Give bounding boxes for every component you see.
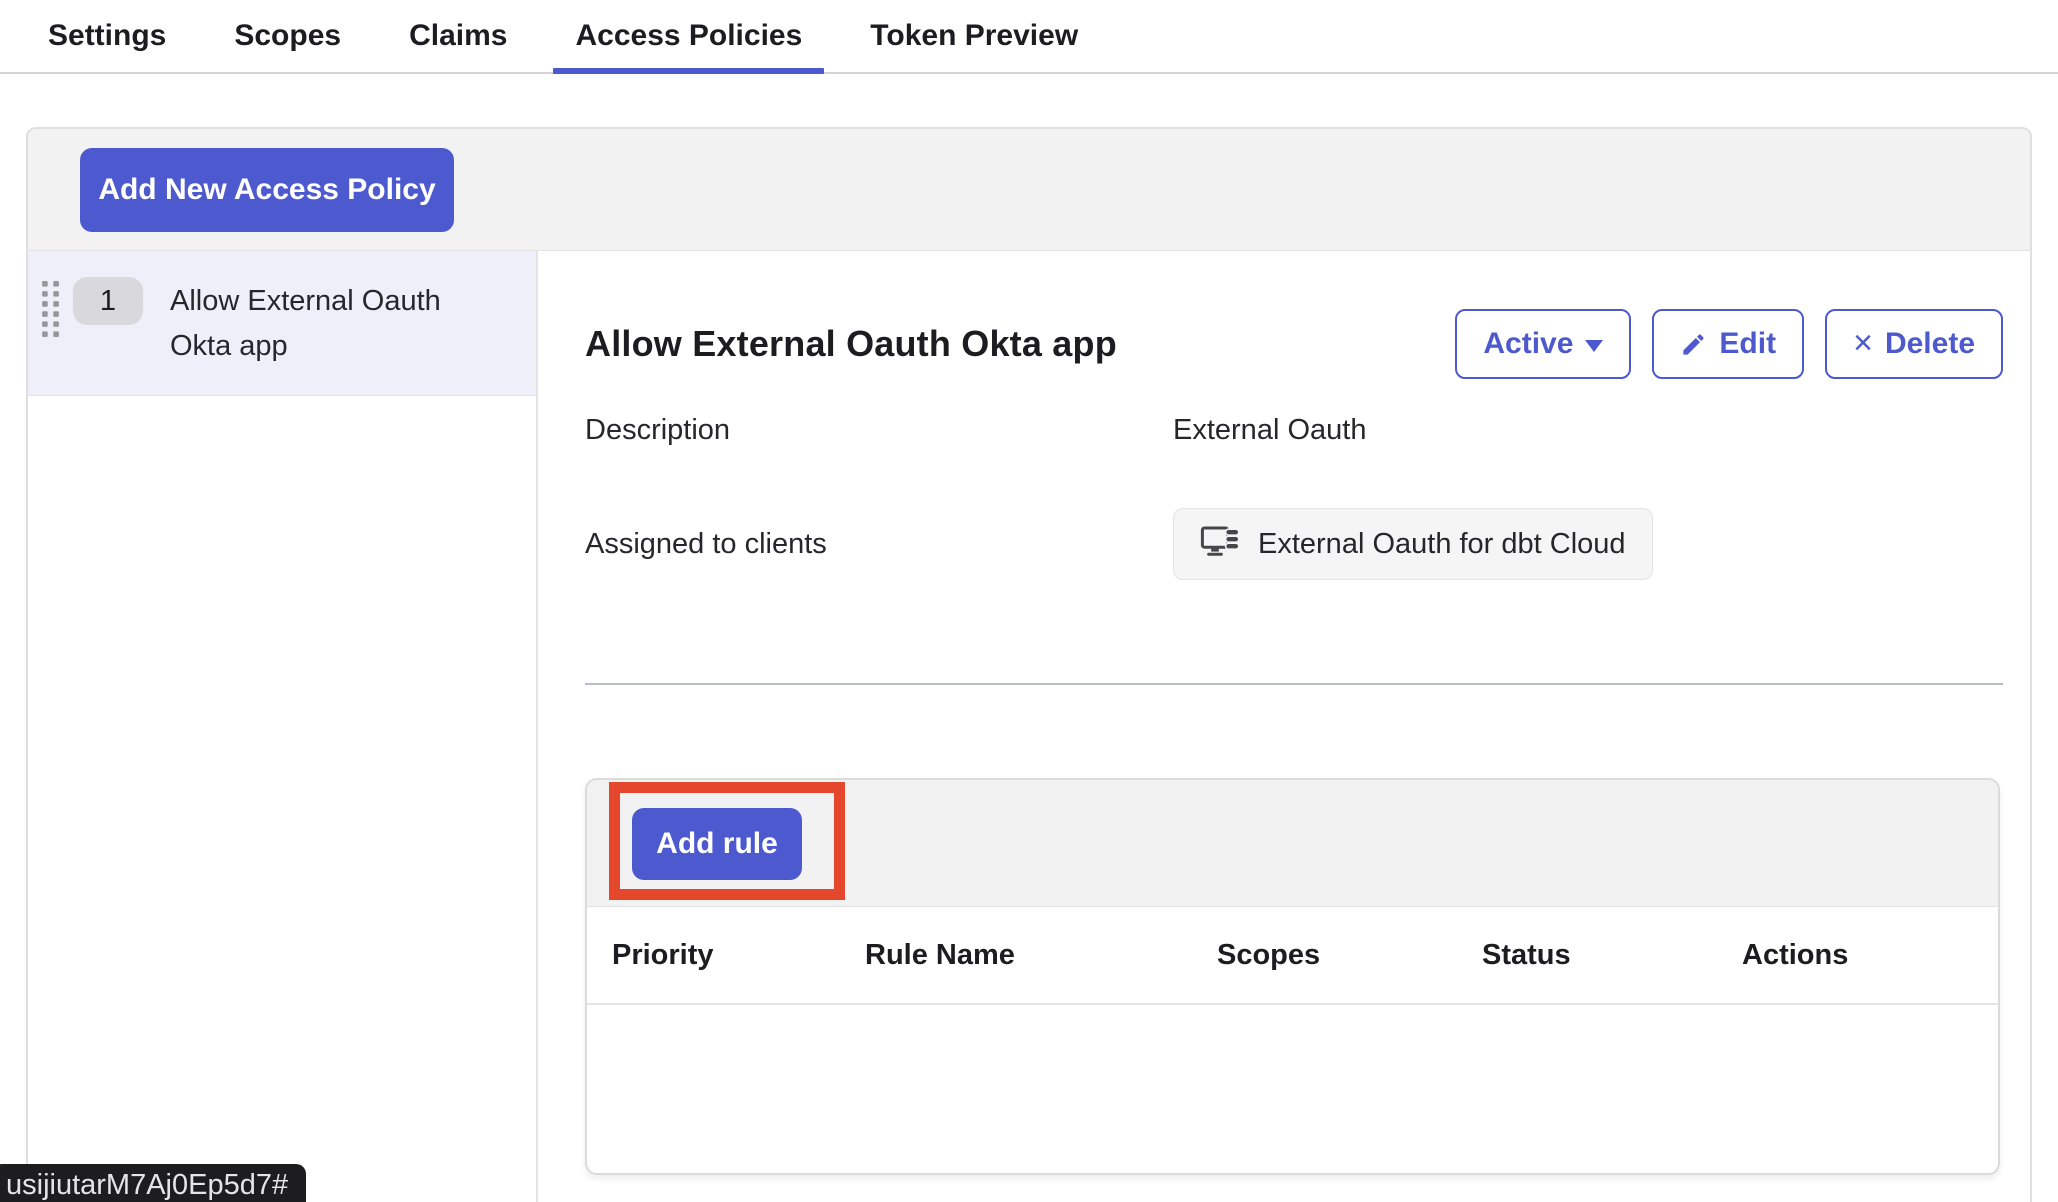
tab-token-preview[interactable]: Token Preview xyxy=(848,0,1100,72)
rules-card: Add rule Priority Rule Name Scopes Statu… xyxy=(585,778,2000,1175)
add-rule-button[interactable]: Add rule xyxy=(632,808,802,880)
rules-header: Add rule xyxy=(587,780,1998,907)
assigned-row: Assigned to clients External O xyxy=(585,508,2003,580)
col-header-actions: Actions xyxy=(1742,939,1998,972)
tab-settings[interactable]: Settings xyxy=(26,0,188,72)
panel-body: 1 Allow External Oauth Okta app Allow Ex… xyxy=(28,251,2030,1202)
edit-button[interactable]: Edit xyxy=(1652,309,1804,379)
client-chip-label: External Oauth for dbt Cloud xyxy=(1258,528,1626,561)
section-divider xyxy=(585,683,2003,685)
policy-detail: Allow External Oauth Okta app Active Edi… xyxy=(538,251,2030,1202)
col-header-scopes: Scopes xyxy=(1217,939,1482,972)
assigned-to-clients-label: Assigned to clients xyxy=(585,528,1173,561)
col-header-priority: Priority xyxy=(612,939,865,972)
delete-label: Delete xyxy=(1885,327,1975,361)
chevron-down-icon xyxy=(1585,340,1603,352)
tab-bar: Settings Scopes Claims Access Policies T… xyxy=(0,0,2058,74)
panel-header: Add New Access Policy xyxy=(28,129,2030,251)
access-policies-panel: Add New Access Policy xyxy=(26,127,2032,1202)
policy-list: 1 Allow External Oauth Okta app xyxy=(28,251,538,1202)
detail-header: Allow External Oauth Okta app Active Edi… xyxy=(585,309,2003,379)
red-highlight-box: Add rule xyxy=(609,782,845,900)
client-chip[interactable]: External Oauth for dbt Cloud xyxy=(1173,508,1653,580)
col-header-rule-name: Rule Name xyxy=(865,939,1217,972)
auth-server-screen: Settings Scopes Claims Access Policies T… xyxy=(0,0,2058,1202)
col-header-status: Status xyxy=(1482,939,1742,972)
rules-table-header: Priority Rule Name Scopes Status Actions xyxy=(587,907,1998,1005)
add-new-access-policy-button[interactable]: Add New Access Policy xyxy=(80,148,454,232)
status-label: Active xyxy=(1483,327,1573,361)
delete-button[interactable]: × Delete xyxy=(1825,309,2003,379)
url-tooltip: usijiutarM7Aj0Ep5d7# xyxy=(0,1164,306,1202)
tab-scopes[interactable]: Scopes xyxy=(212,0,363,72)
policy-list-item[interactable]: 1 Allow External Oauth Okta app xyxy=(28,251,536,396)
pencil-icon xyxy=(1680,331,1707,358)
monitor-app-icon xyxy=(1200,524,1244,564)
policy-name: Allow External Oauth Okta app xyxy=(170,279,480,369)
rules-table-body-empty xyxy=(587,1005,1998,1173)
assigned-clients: External Oauth for dbt Cloud xyxy=(1173,508,1653,580)
policy-title: Allow External Oauth Okta app xyxy=(585,323,1117,365)
detail-actions: Active Edit × Delete xyxy=(1455,309,2003,379)
tab-claims[interactable]: Claims xyxy=(387,0,529,72)
edit-label: Edit xyxy=(1719,327,1776,361)
status-dropdown-button[interactable]: Active xyxy=(1455,309,1631,379)
description-label: Description xyxy=(585,414,1173,447)
description-value: External Oauth xyxy=(1173,414,1366,447)
priority-badge: 1 xyxy=(73,277,143,325)
tab-access-policies[interactable]: Access Policies xyxy=(553,0,824,72)
description-row: Description External Oauth xyxy=(585,414,2003,447)
x-icon: × xyxy=(1853,326,1873,360)
drag-handle-icon[interactable] xyxy=(42,281,59,337)
